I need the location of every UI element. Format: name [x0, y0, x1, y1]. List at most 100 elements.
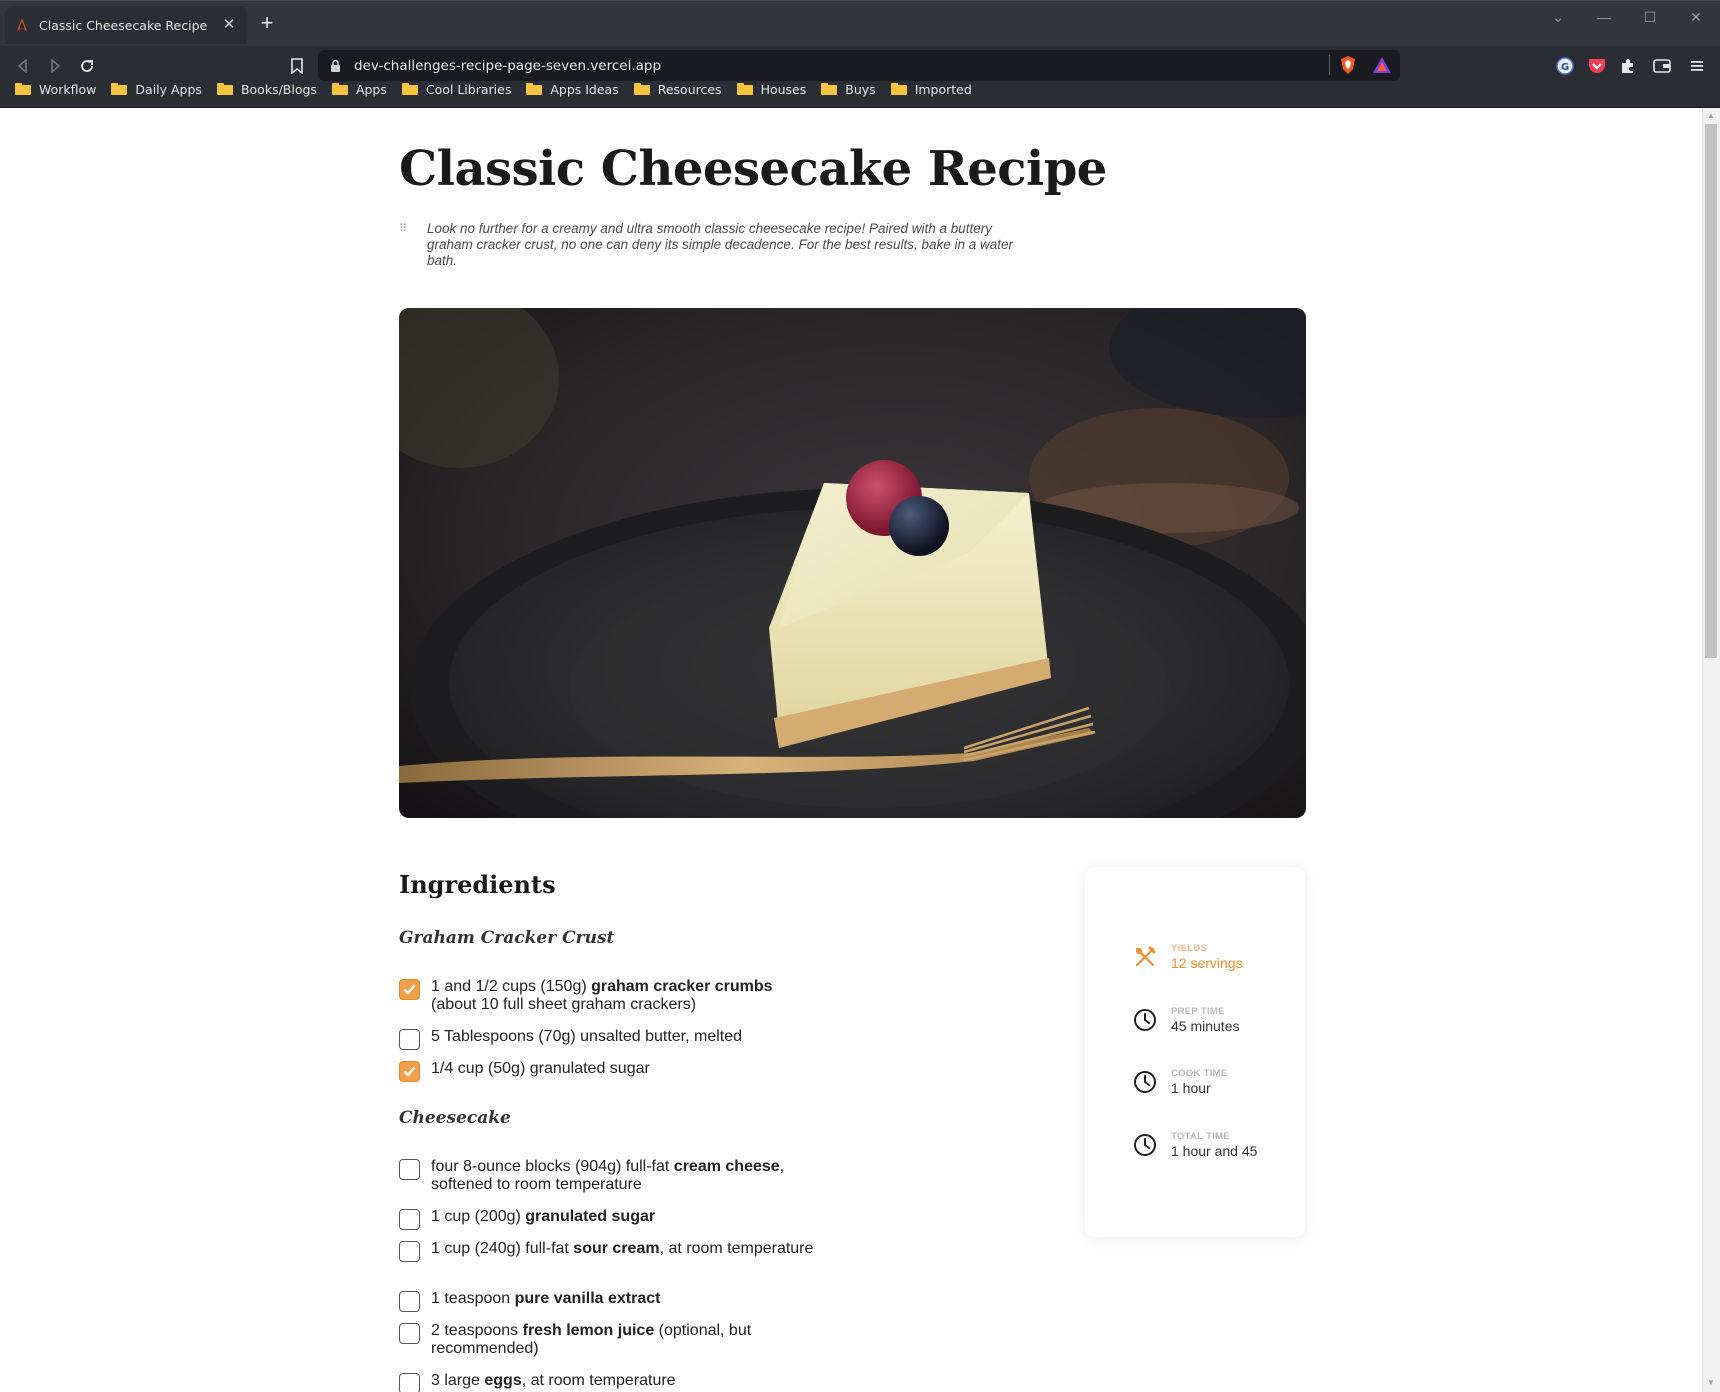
ingredient-item[interactable]: four 8-ounce blocks (904g) full-fat crea… [399, 1158, 819, 1194]
section-title-crust: Graham Cracker Crust [399, 928, 615, 948]
folder-icon [15, 83, 31, 95]
bookmark-label: Apps Ideas [550, 81, 619, 97]
stat-total-time: TOTAL TIME 1 hour and 45 [1133, 1131, 1257, 1159]
scroll-down-icon[interactable]: ▼ [1705, 1377, 1717, 1389]
bookmark-folder[interactable]: Houses [736, 78, 807, 100]
ingredient-text: 1/4 cup (50g) granulated sugar [431, 1060, 650, 1077]
folder-icon [216, 83, 233, 95]
ingredient-item[interactable]: 1 and 1/2 cups (150g) graham cracker cru… [399, 978, 819, 1014]
stat-value: 12 servings [1171, 955, 1243, 971]
bookmark-folder[interactable]: Buys [821, 78, 876, 100]
extensions-icon[interactable] [1617, 55, 1639, 77]
ingredient-item[interactable]: 2 teaspoons fresh lemon juice (optional,… [399, 1322, 819, 1358]
ingredient-text: 1 cup (200g) granulated sugar [431, 1208, 656, 1225]
bookmark-label: Houses [760, 81, 807, 97]
bookmark-label: Cool Libraries [425, 81, 512, 97]
bookmark-folder[interactable]: Cool Libraries [401, 78, 512, 100]
close-tab-icon[interactable]: ✕ [221, 17, 237, 33]
brave-rewards-icon[interactable] [1373, 57, 1391, 76]
bookmark-label: Daily Apps [135, 81, 202, 97]
bookmark-folder[interactable]: Resources [633, 78, 722, 100]
forward-icon[interactable] [44, 55, 66, 77]
folder-icon [821, 83, 838, 95]
bookmarks-bar: Workflow Daily Apps Books/Blogs Apps Coo… [0, 77, 1720, 101]
ingredient-item[interactable]: 5 Tablespoons (70g) unsalted butter, mel… [399, 1028, 819, 1050]
ingredient-item[interactable]: 3 large eggs, at room temperature [399, 1372, 819, 1392]
reload-icon[interactable] [76, 55, 98, 77]
bookmark-folder[interactable]: Apps [331, 78, 387, 100]
checkbox[interactable] [399, 1159, 420, 1180]
ingredient-text: 1 cup (240g) full-fat sour cream, at roo… [431, 1240, 814, 1257]
ingredient-text: 3 large eggs, at room temperature [431, 1372, 676, 1389]
checkbox-checked[interactable] [399, 979, 420, 1000]
maximize-icon[interactable]: ☐ [1639, 7, 1661, 27]
close-window-icon[interactable]: ✕ [1685, 7, 1707, 27]
stat-label: TOTAL TIME [1171, 1131, 1230, 1142]
cheesecake-photo [399, 308, 1306, 818]
checkbox-checked[interactable] [399, 1061, 420, 1082]
checkbox[interactable] [399, 1291, 420, 1312]
clock-icon [1133, 1008, 1157, 1032]
checkbox[interactable] [399, 1029, 420, 1050]
bookmark-folder[interactable]: Daily Apps [111, 78, 202, 100]
profile-extension-icon[interactable]: G [1554, 55, 1576, 77]
folder-icon [331, 83, 348, 95]
bookmark-label: Workflow [39, 81, 97, 97]
stat-yields: YIELDS 12 servings [1133, 943, 1243, 971]
new-tab-icon[interactable]: + [256, 12, 278, 35]
ingredient-text: four 8-ounce blocks (904g) full-fat crea… [431, 1158, 785, 1193]
folder-icon [633, 83, 650, 95]
scroll-up-icon[interactable]: ▲ [1705, 110, 1717, 122]
ingredient-item[interactable]: 1 cup (200g) granulated sugar [399, 1208, 819, 1230]
wallet-icon[interactable] [1651, 55, 1673, 77]
favicon-icon [15, 18, 29, 32]
bookmark-label: Books/Blogs [240, 81, 317, 97]
section-title-cheesecake: Cheesecake [399, 1108, 511, 1128]
scrollbar-thumb[interactable] [1705, 124, 1717, 658]
bookmark-label: Apps [355, 81, 387, 97]
utensils-icon [1133, 945, 1157, 969]
ingredient-text: 5 Tablespoons (70g) unsalted butter, mel… [431, 1028, 743, 1045]
svg-text:G: G [1561, 62, 1569, 73]
tab-search-icon[interactable]: ⌄ [1547, 7, 1569, 27]
folder-icon [736, 83, 753, 95]
ingredient-text: 2 teaspoons fresh lemon juice (optional,… [431, 1322, 752, 1357]
bookmark-folder[interactable]: Imported [890, 78, 972, 100]
url-divider [1329, 55, 1330, 75]
menu-icon[interactable] [1686, 55, 1708, 77]
bookmark-icon[interactable] [286, 55, 308, 77]
folder-icon [111, 83, 128, 95]
clock-icon [1133, 1070, 1157, 1094]
checkbox[interactable] [399, 1323, 420, 1344]
back-icon[interactable] [12, 55, 34, 77]
bookmark-folder[interactable]: Apps Ideas [526, 78, 619, 100]
stat-cook-time: COOK TIME 1 hour [1133, 1068, 1228, 1096]
bookmark-label: Imported [914, 81, 972, 97]
brave-shields-icon[interactable] [1340, 56, 1356, 77]
stat-prep-time: PREP TIME 45 minutes [1133, 1006, 1239, 1034]
url-text: dev-challenges-recipe-page-seven.vercel.… [354, 57, 662, 74]
checkbox[interactable] [399, 1209, 420, 1230]
tab-strip: Classic Cheesecake Recipe ✕ + ⌄ — ☐ ✕ [0, 0, 1720, 46]
checkbox[interactable] [399, 1241, 420, 1262]
recipe-stats-card: YIELDS 12 servings PREP TIME 45 minutes … [1085, 867, 1305, 1237]
ingredient-item[interactable]: 1 cup (240g) full-fat sour cream, at roo… [399, 1240, 819, 1262]
folder-icon [890, 83, 907, 95]
bookmark-folder[interactable]: Books/Blogs [216, 78, 317, 100]
drag-handle-icon[interactable]: ⠿ [399, 222, 408, 235]
folder-icon [526, 83, 543, 95]
stat-label: COOK TIME [1171, 1068, 1228, 1079]
ingredient-item[interactable]: 1 teaspoon pure vanilla extract [399, 1290, 819, 1312]
bookmark-label: Resources [657, 81, 722, 97]
browser-chrome: Classic Cheesecake Recipe ✕ + ⌄ — ☐ ✕ de… [0, 0, 1720, 108]
browser-tab[interactable]: Classic Cheesecake Recipe ✕ [5, 6, 247, 44]
checkbox[interactable] [399, 1373, 420, 1392]
stat-value: 1 hour and 45 [1171, 1143, 1258, 1159]
ingredient-item[interactable]: 1/4 cup (50g) granulated sugar [399, 1060, 819, 1082]
folder-icon [401, 83, 418, 95]
lock-icon [330, 59, 342, 73]
pocket-icon[interactable] [1586, 55, 1608, 77]
ingredient-text: 1 teaspoon pure vanilla extract [431, 1290, 661, 1307]
minimize-icon[interactable]: — [1593, 7, 1615, 27]
bookmark-folder[interactable]: Workflow [15, 78, 96, 100]
